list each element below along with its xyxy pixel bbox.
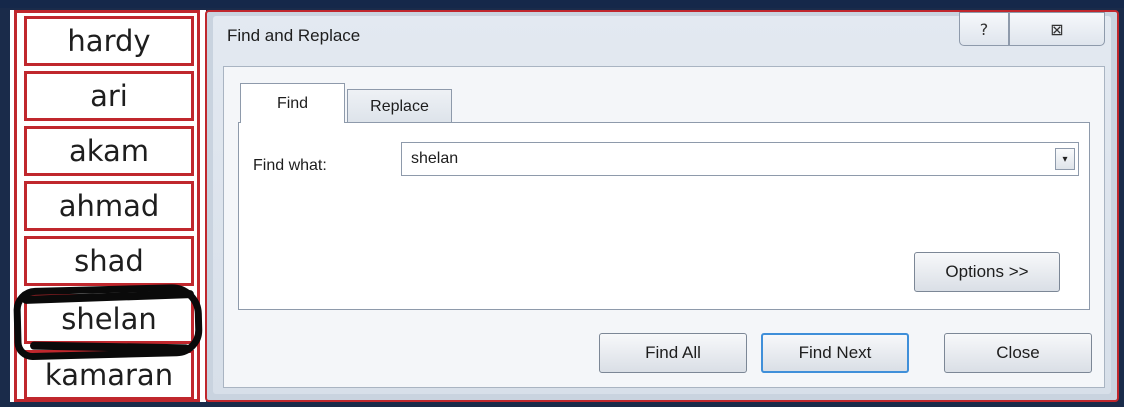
find-replace-dialog: Find and Replace ? ⊠ Find Replace Find w… [205, 10, 1119, 402]
dialog-content-area: Find Replace Find what: shelan ▾ Options… [223, 66, 1105, 388]
find-next-button[interactable]: Find Next [761, 333, 909, 373]
close-icon: ⊠ [1050, 19, 1064, 39]
find-what-value[interactable]: shelan [411, 150, 458, 168]
options-button[interactable]: Options >> [914, 252, 1060, 292]
help-button[interactable]: ? [959, 12, 1009, 46]
close-button[interactable]: Close [944, 333, 1092, 373]
dialog-close-button[interactable]: ⊠ [1009, 12, 1105, 46]
find-all-button[interactable]: Find All [599, 333, 747, 373]
window-top-frame [0, 0, 1124, 8]
question-mark-icon: ? [979, 19, 989, 39]
tab-find[interactable]: Find [240, 83, 345, 123]
find-what-label: Find what: [253, 157, 327, 174]
sheet-cell[interactable]: hardy [24, 16, 194, 66]
sheet-cell[interactable]: ari [24, 71, 194, 121]
chevron-down-icon: ▾ [1062, 153, 1068, 165]
dialog-title: Find and Replace [227, 26, 361, 45]
sheet-cell[interactable]: ahmad [24, 181, 194, 231]
sheet-cell[interactable]: shad [24, 236, 194, 286]
sheet-cell[interactable]: akam [24, 126, 194, 176]
find-history-dropdown-button[interactable]: ▾ [1055, 148, 1075, 170]
tab-replace[interactable]: Replace [347, 89, 452, 123]
find-what-input[interactable]: shelan ▾ [401, 142, 1079, 176]
